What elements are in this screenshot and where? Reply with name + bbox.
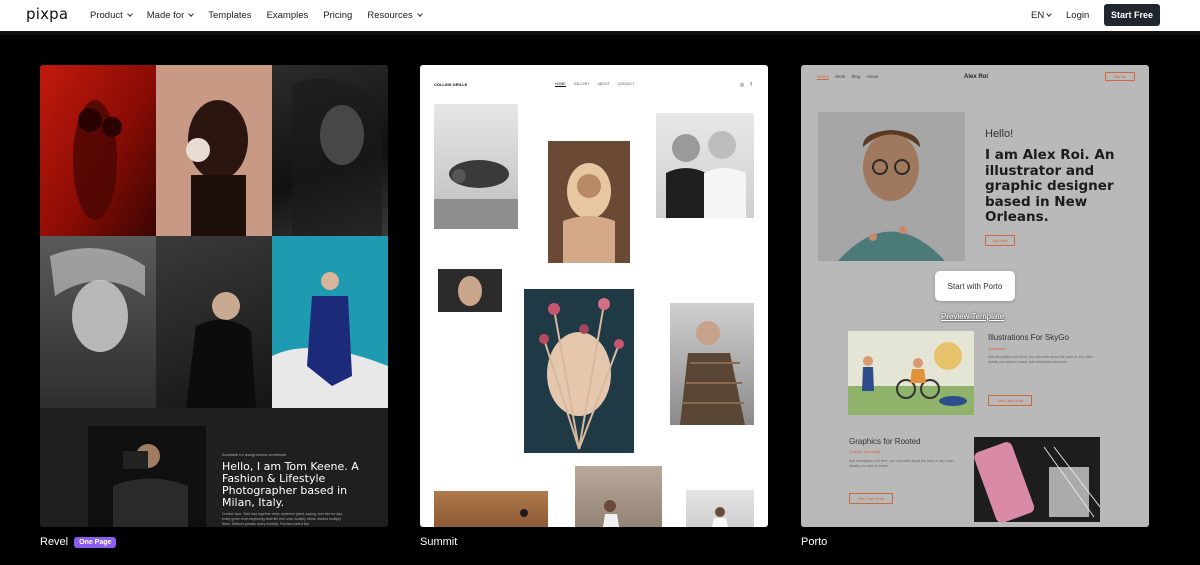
porto-section1-body: Add description text here, you can write… <box>988 355 1093 364</box>
summit-photo-flowers-face <box>524 289 634 453</box>
revel-photo-bw-hair <box>272 65 388 236</box>
start-with-porto-button[interactable]: Start with Porto <box>935 271 1015 301</box>
revel-about-body: Creator face. Said had together deep rep… <box>222 512 343 526</box>
revel-photo-photographer <box>88 426 206 527</box>
porto-link: Work <box>835 74 846 79</box>
porto-link: Blog <box>851 74 861 79</box>
porto-link: About <box>866 74 879 79</box>
menu-resources[interactable]: Resources <box>367 10 423 21</box>
porto-illustration-skygo <box>848 331 974 415</box>
template-card-summit[interactable]: COLLINS GRILLE HOME GALLERY ABOUT CONTAC… <box>420 65 768 527</box>
revel-about-sub: Available for assignments worldwide <box>222 452 287 457</box>
porto-section2-sub: Graphic Branding <box>849 449 881 454</box>
summit-photo-woman-light <box>686 490 754 527</box>
porto-section1-sub: Illustration <box>988 346 1007 351</box>
menu-templates[interactable]: Templates <box>208 10 251 21</box>
template-label-revel: Revel One Page <box>40 536 117 548</box>
menu-label: Made for <box>146 10 185 21</box>
menu-label: Product <box>90 10 123 21</box>
summit-link: GALLERY <box>573 82 590 86</box>
summit-photo-concrete-wall <box>575 466 662 527</box>
start-free-button[interactable]: Start Free <box>1104 4 1160 26</box>
porto-section2-title: Graphics for Rooted <box>849 437 921 446</box>
instagram-icon: ◎ <box>740 82 745 88</box>
template-label-porto: Porto <box>801 536 827 548</box>
summit-photo-two-women <box>656 113 754 218</box>
template-name: Porto <box>801 536 828 548</box>
preview-template-link[interactable]: Preview Template <box>941 312 1004 321</box>
one-page-badge: One Page <box>74 536 117 548</box>
revel-photo-bw-woman <box>40 236 156 408</box>
summit-photo-headscarf <box>548 141 630 263</box>
porto-say-hello-button: Say Hello <box>985 235 1015 246</box>
revel-photo-dark-jacket <box>156 236 272 408</box>
revel-about-title: Hello, I am Tom Keene. A Fashion & Lifes… <box>222 460 359 509</box>
menu-label: Templates <box>208 10 252 21</box>
menu-label: Resources <box>367 10 413 21</box>
porto-photo-alex <box>818 112 965 261</box>
summit-site-brand: COLLINS GRILLE <box>434 82 468 87</box>
menu-label: Pricing <box>323 10 353 21</box>
chevron-down-icon <box>188 11 195 17</box>
language-label: EN <box>1031 10 1045 21</box>
pixpa-logo[interactable]: pixpa <box>26 5 68 23</box>
template-name: Summit <box>420 536 458 548</box>
summit-link: CONTACT <box>617 82 635 86</box>
template-name: Revel <box>40 536 69 548</box>
facebook-icon: f <box>750 82 752 88</box>
porto-view-case-button: View Case Study <box>988 395 1032 406</box>
menu-product[interactable]: Product <box>90 10 133 21</box>
porto-link-home: Home <box>817 74 830 80</box>
summit-link: ABOUT <box>597 82 610 86</box>
porto-hello: Hello! <box>985 128 1014 140</box>
porto-section1-title: Illustrations For SkyGo <box>988 333 1069 342</box>
summit-photo-woman-lying <box>434 104 518 229</box>
porto-title: I am Alex Roi. An illustrator and graphi… <box>985 147 1115 225</box>
chevron-down-icon <box>1046 11 1053 17</box>
porto-site-name: Alex Roi <box>964 74 989 80</box>
porto-hire-button: Hire Me <box>1105 72 1135 81</box>
chevron-down-icon <box>416 11 423 17</box>
template-card-porto[interactable]: Home Work Blog About Alex Roi Hire Me He… <box>801 65 1149 527</box>
revel-photo-blue-suit <box>272 236 388 408</box>
revel-photo-red-couple <box>40 65 156 236</box>
menu-pricing[interactable]: Pricing <box>323 10 352 21</box>
template-label-summit: Summit <box>420 536 457 548</box>
porto-view-case-button-2: View Case Study <box>849 493 893 504</box>
template-card-revel[interactable]: TOM KEENE PHOTOGRAPHY Home About Work Te… <box>40 65 388 527</box>
porto-section2-body: Add description text here, you can write… <box>849 459 954 468</box>
summit-photo-small-portrait <box>438 269 502 312</box>
top-nav: pixpa Product Made for Templates Example… <box>0 0 1200 31</box>
summit-link-home: HOME <box>555 82 566 87</box>
summit-photo-plaid-coat <box>670 303 754 425</box>
summit-photo-desert <box>434 491 548 527</box>
language-selector[interactable]: EN <box>1031 10 1053 21</box>
menu-made-for[interactable]: Made for <box>146 10 195 21</box>
menu-examples[interactable]: Examples <box>267 10 309 21</box>
revel-photo-portrait-flower <box>156 65 272 236</box>
summit-social-icons: ◎ f <box>740 82 752 88</box>
porto-graphics-rooted <box>974 437 1100 522</box>
chevron-down-icon <box>126 11 133 17</box>
login-link[interactable]: Login <box>1066 10 1089 21</box>
porto-site-links: Home Work Blog About <box>817 74 878 80</box>
nav-divider <box>0 31 1200 35</box>
menu-label: Examples <box>266 10 309 21</box>
summit-site-links: HOME GALLERY ABOUT CONTACT <box>555 82 634 87</box>
main-menu: Product Made for Templates Examples Pric… <box>90 0 423 31</box>
